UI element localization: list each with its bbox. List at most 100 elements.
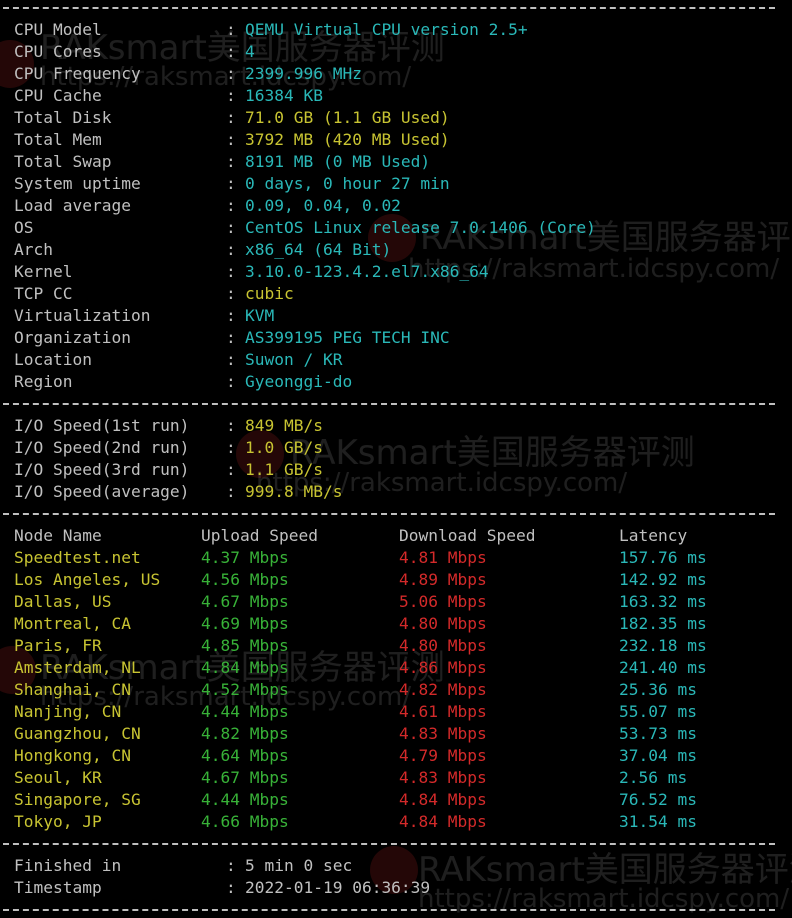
speedtest-header: Node Name Upload Speed Download Speed La…: [14, 525, 774, 547]
colon-separator: :: [226, 856, 236, 875]
latency-cell: 2.56 ms: [619, 768, 688, 787]
table-row: Singapore, SG 4.44 Mbps 4.84 Mbps 76.52 ms: [14, 789, 774, 811]
header-node-name: Node Name: [14, 526, 102, 545]
node-name-cell: Guangzhou, CN: [14, 724, 141, 743]
download-speed-cell: 4.83 Mbps: [399, 768, 487, 787]
system-info-value: AS399195 PEG TECH INC: [245, 328, 450, 347]
table-row: Seoul, KR 4.67 Mbps 4.83 Mbps 2.56 ms: [14, 767, 774, 789]
colon-separator: :: [226, 196, 236, 215]
io-speed-row: I/O Speed(1st run):849 MB/s: [14, 415, 774, 437]
colon-separator: :: [226, 130, 236, 149]
system-info-label: Arch: [14, 240, 53, 259]
download-speed-cell: 4.80 Mbps: [399, 614, 487, 633]
latency-cell: 241.40 ms: [619, 658, 707, 677]
colon-separator: :: [226, 152, 236, 171]
colon-separator: :: [226, 20, 236, 39]
latency-cell: 37.04 ms: [619, 746, 697, 765]
header-download-speed: Download Speed: [399, 526, 536, 545]
latency-cell: 157.76 ms: [619, 548, 707, 567]
node-name-cell: Paris, FR: [14, 636, 102, 655]
system-info-value: 3.10.0-123.4.2.el7.x86_64: [245, 262, 489, 281]
upload-speed-cell: 4.64 Mbps: [201, 746, 289, 765]
io-speed-label: I/O Speed(2nd run): [14, 438, 190, 457]
node-name-cell: Montreal, CA: [14, 614, 131, 633]
latency-cell: 25.36 ms: [619, 680, 697, 699]
summary-label: Timestamp: [14, 878, 102, 897]
separator-line: [3, 7, 775, 9]
system-info-value: 4: [245, 42, 255, 61]
colon-separator: :: [226, 42, 236, 61]
colon-separator: :: [226, 64, 236, 83]
system-info-value: Gyeonggi-do: [245, 372, 353, 391]
latency-cell: 232.18 ms: [619, 636, 707, 655]
system-info-label: TCP CC: [14, 284, 73, 303]
table-row: Dallas, US 4.67 Mbps 5.06 Mbps 163.32 ms: [14, 591, 774, 613]
system-info-label: Region: [14, 372, 73, 391]
io-speed-value: 1.1 GB/s: [245, 460, 323, 479]
table-row: Tokyo, JP 4.66 Mbps 4.84 Mbps 31.54 ms: [14, 811, 774, 833]
system-info-label: Kernel: [14, 262, 73, 281]
colon-separator: :: [226, 218, 236, 237]
system-info-label: CPU Cache: [14, 86, 102, 105]
system-info-label: Total Mem: [14, 130, 102, 149]
download-speed-cell: 4.89 Mbps: [399, 570, 487, 589]
table-row: Amsterdam, NL 4.84 Mbps 4.86 Mbps 241.40 ms: [14, 657, 774, 679]
io-speed-row: I/O Speed(average):999.8 MB/s: [14, 481, 774, 503]
table-row: Hongkong, CN 4.64 Mbps 4.79 Mbps 37.04 ms: [14, 745, 774, 767]
download-speed-cell: 4.83 Mbps: [399, 724, 487, 743]
table-row: Paris, FR 4.85 Mbps 4.80 Mbps 232.18 ms: [14, 635, 774, 657]
download-speed-cell: 4.61 Mbps: [399, 702, 487, 721]
colon-separator: :: [226, 240, 236, 259]
download-speed-cell: 4.84 Mbps: [399, 790, 487, 809]
colon-separator: :: [226, 284, 236, 303]
download-speed-cell: 4.79 Mbps: [399, 746, 487, 765]
system-info-row: Region: Gyeonggi-do: [14, 371, 774, 393]
system-info-label: System uptime: [14, 174, 141, 193]
table-row: Nanjing, CN 4.44 Mbps 4.61 Mbps 55.07 ms: [14, 701, 774, 723]
system-info-value: cubic: [245, 284, 294, 303]
latency-cell: 53.73 ms: [619, 724, 697, 743]
node-name-cell: Dallas, US: [14, 592, 112, 611]
colon-separator: :: [226, 416, 236, 435]
system-info-label: CPU Cores: [14, 42, 102, 61]
system-info-row: Arch: x86_64 (64 Bit): [14, 239, 774, 261]
system-info-label: OS: [14, 218, 34, 237]
node-name-cell: Singapore, SG: [14, 790, 141, 809]
system-info-row: Organization: AS399195 PEG TECH INC: [14, 327, 774, 349]
colon-separator: :: [226, 878, 236, 897]
system-info-row: OS: CentOS Linux release 7.0.1406 (Core): [14, 217, 774, 239]
download-speed-cell: 4.80 Mbps: [399, 636, 487, 655]
summary-value: 5 min 0 sec: [245, 856, 353, 875]
node-name-cell: Amsterdam, NL: [14, 658, 141, 677]
table-row: Shanghai, CN 4.52 Mbps 4.82 Mbps 25.36 ms: [14, 679, 774, 701]
terminal-window[interactable]: RAKsmart美国服务器评测 https://raksmart.idcspy.…: [0, 0, 792, 918]
table-row: Guangzhou, CN 4.82 Mbps 4.83 Mbps 53.73 ms: [14, 723, 774, 745]
system-info-label: Organization: [14, 328, 131, 347]
system-info-value: x86_64 (64 Bit): [245, 240, 392, 259]
system-info-row: Kernel:3.10.0-123.4.2.el7.x86_64: [14, 261, 774, 283]
node-name-cell: Los Angeles, US: [14, 570, 161, 589]
upload-speed-cell: 4.84 Mbps: [201, 658, 289, 677]
latency-cell: 182.35 ms: [619, 614, 707, 633]
separator-line: [3, 909, 775, 911]
system-info-label: CPU Model: [14, 20, 102, 39]
system-info-row: CPU Cores:4: [14, 41, 774, 63]
system-info-label: CPU Frequency: [14, 64, 141, 83]
io-speed-row: I/O Speed(3rd run):1.1 GB/s: [14, 459, 774, 481]
upload-speed-cell: 4.67 Mbps: [201, 592, 289, 611]
system-info-row: Virtualization: KVM: [14, 305, 774, 327]
colon-separator: :: [226, 438, 236, 457]
summary-value: 2022-01-19 06:36:39: [245, 878, 431, 897]
upload-speed-cell: 4.56 Mbps: [201, 570, 289, 589]
latency-cell: 55.07 ms: [619, 702, 697, 721]
io-speed-value: 1.0 GB/s: [245, 438, 323, 457]
system-info-row: Total Disk:71.0 GB (1.1 GB Used): [14, 107, 774, 129]
colon-separator: :: [226, 460, 236, 479]
system-info-value: KVM: [245, 306, 275, 325]
system-info-row: CPU Model: QEMU Virtual CPU version 2.5+: [14, 19, 774, 41]
io-speed-label: I/O Speed(3rd run): [14, 460, 190, 479]
system-info-value: 0.09, 0.04, 0.02: [245, 196, 401, 215]
colon-separator: :: [226, 350, 236, 369]
colon-separator: :: [226, 174, 236, 193]
node-name-cell: Tokyo, JP: [14, 812, 102, 831]
